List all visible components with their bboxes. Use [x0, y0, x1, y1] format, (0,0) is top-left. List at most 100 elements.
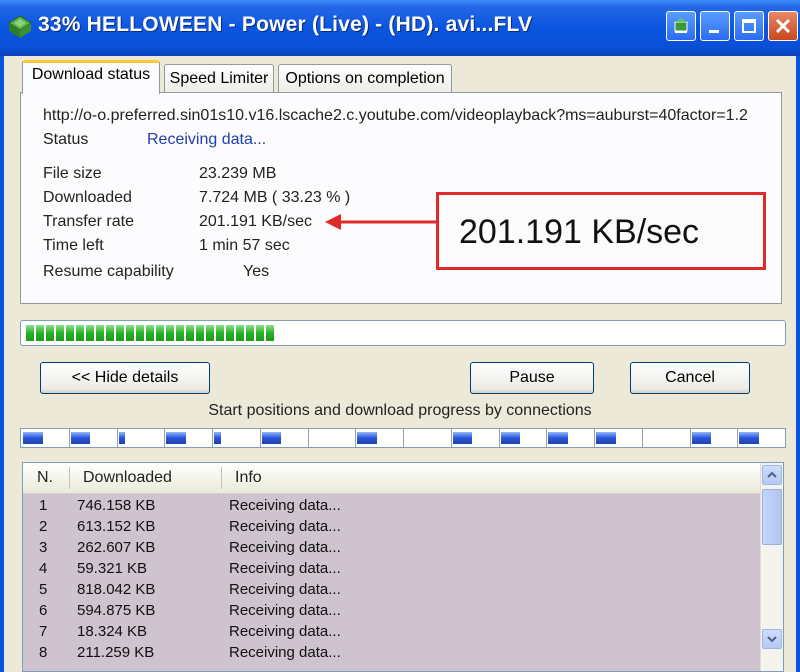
- column-header-downloaded[interactable]: Downloaded: [83, 469, 172, 487]
- scroll-up-button[interactable]: [762, 465, 782, 485]
- list-cell-info: Receiving data...: [229, 644, 341, 661]
- list-item[interactable]: 5 818.042 KB Receiving data...: [23, 579, 763, 600]
- status-value: Receiving data...: [147, 131, 267, 148]
- vertical-scrollbar[interactable]: [760, 463, 783, 671]
- list-cell-info: Receiving data...: [229, 581, 341, 598]
- pause-button[interactable]: Pause: [470, 362, 594, 394]
- connection-progress-segment: [23, 432, 43, 444]
- progress-segment: [196, 325, 204, 341]
- connection-divider: [641, 429, 643, 447]
- list-item[interactable]: 6 594.875 KB Receiving data...: [23, 600, 763, 621]
- progress-segment: [246, 325, 254, 341]
- resume-capability-label: Resume capability: [43, 263, 174, 280]
- list-cell-n: 7: [39, 623, 48, 640]
- progress-segment: [116, 325, 124, 341]
- list-header: N. Downloaded Info: [23, 463, 763, 494]
- connection-progress-segment: [452, 432, 473, 444]
- progress-segment: [56, 325, 64, 341]
- tab-download-status[interactable]: Download status: [22, 60, 160, 94]
- list-cell-downloaded: 211.259 KB: [77, 644, 155, 661]
- resume-capability-value: Yes: [243, 263, 270, 280]
- list-cell-downloaded: 746.158 KB: [77, 497, 156, 514]
- progress-segment: [206, 325, 214, 341]
- connection-progress-segment: [261, 432, 282, 444]
- connections-label: Start positions and download progress by…: [208, 402, 592, 419]
- downloaded-label: Downloaded: [43, 189, 132, 206]
- scroll-thumb[interactable]: [762, 489, 782, 545]
- list-item[interactable]: 8 211.259 KB Receiving data...: [23, 642, 763, 663]
- connection-progress-segment: [357, 432, 377, 444]
- tab-options-on-completion[interactable]: Options on completion: [278, 64, 452, 94]
- list-item[interactable]: 1 746.158 KB Receiving data...: [23, 495, 763, 516]
- column-separator[interactable]: [221, 467, 222, 489]
- connection-progress-segment: [70, 432, 91, 444]
- file-size-value: 23.239 MB: [199, 165, 277, 182]
- connection-progress-segment: [691, 432, 712, 444]
- connections-list[interactable]: N. Downloaded Info 1 746.158 KB Receiving …: [22, 462, 784, 672]
- list-cell-n: 1: [39, 497, 48, 514]
- connection-progress-segment: [548, 432, 568, 444]
- connection-divider: [689, 429, 691, 447]
- connection-divider: [307, 429, 309, 447]
- chevron-down-icon: [767, 636, 777, 643]
- list-cell-downloaded: 818.042 KB: [77, 581, 156, 598]
- connection-divider: [594, 429, 595, 447]
- list-item[interactable]: 2 613.152 KB Receiving data...: [23, 516, 763, 537]
- file-size-label: File size: [43, 165, 102, 182]
- callout-text: 201.191 KB/sec: [459, 213, 700, 251]
- time-left-label: Time left: [43, 237, 104, 254]
- column-header-number[interactable]: N.: [37, 469, 53, 487]
- list-cell-downloaded: 59.321 KB: [77, 560, 148, 577]
- progress-segment: [26, 325, 34, 341]
- scroll-down-button[interactable]: [762, 629, 782, 649]
- cancel-button[interactable]: Cancel: [630, 362, 750, 394]
- download-progress-bar: [20, 320, 786, 346]
- transfer-rate-callout: 201.191 KB/sec: [436, 192, 766, 270]
- connection-divider: [498, 429, 500, 447]
- list-item[interactable]: 4 59.321 KB Receiving data...: [23, 558, 763, 579]
- idm-app-icon: [8, 15, 32, 39]
- connection-divider: [403, 429, 404, 447]
- download-url: http://o-o.preferred.sin01s10.v16.lscach…: [43, 107, 748, 124]
- progress-segment: [156, 325, 164, 341]
- connections-progress-bar: [20, 428, 786, 448]
- connection-progress-segment: [596, 432, 616, 444]
- minimize-button[interactable]: [700, 11, 730, 41]
- list-cell-downloaded: 18.324 KB: [77, 623, 148, 640]
- transfer-rate-label: Transfer rate: [43, 213, 134, 230]
- progress-segment: [226, 325, 234, 341]
- progress-segment: [186, 325, 194, 341]
- progress-segment: [216, 325, 224, 341]
- progress-segment: [236, 325, 244, 341]
- progress-segment: [126, 325, 134, 341]
- connection-progress-segment: [166, 432, 186, 444]
- hide-details-button[interactable]: << Hide details: [40, 362, 210, 394]
- time-left-value: 1 min 57 sec: [199, 237, 290, 254]
- column-header-info[interactable]: Info: [235, 469, 262, 487]
- list-item[interactable]: 3 262.607 KB Receiving data...: [23, 537, 763, 558]
- list-cell-info: Receiving data...: [229, 602, 341, 619]
- tray-button[interactable]: [666, 11, 696, 41]
- connection-progress-segment: [214, 432, 221, 444]
- connection-divider: [546, 429, 548, 447]
- list-cell-n: 8: [39, 644, 48, 661]
- progress-segment: [136, 325, 144, 341]
- progress-segment: [66, 325, 74, 341]
- connection-divider: [116, 429, 118, 447]
- connection-divider: [355, 429, 357, 447]
- list-cell-info: Receiving data...: [229, 518, 341, 535]
- maximize-button[interactable]: [734, 11, 764, 41]
- tab-speed-limiter[interactable]: Speed Limiter: [164, 64, 274, 94]
- progress-segment: [256, 325, 264, 341]
- title-bar[interactable]: 33% HELLOWEEN - Power (Live) - (HD). avi…: [0, 0, 800, 56]
- list-cell-info: Receiving data...: [229, 539, 341, 556]
- progress-segment: [76, 325, 84, 341]
- progress-segment: [166, 325, 174, 341]
- list-item[interactable]: 7 18.324 KB Receiving data...: [23, 621, 763, 642]
- column-separator[interactable]: [69, 467, 70, 489]
- downloaded-value: 7.724 MB ( 33.23 % ): [199, 189, 351, 206]
- close-button[interactable]: [768, 11, 798, 41]
- progress-segment: [106, 325, 114, 341]
- list-cell-info: Receiving data...: [229, 560, 341, 577]
- list-cell-n: 4: [39, 560, 48, 577]
